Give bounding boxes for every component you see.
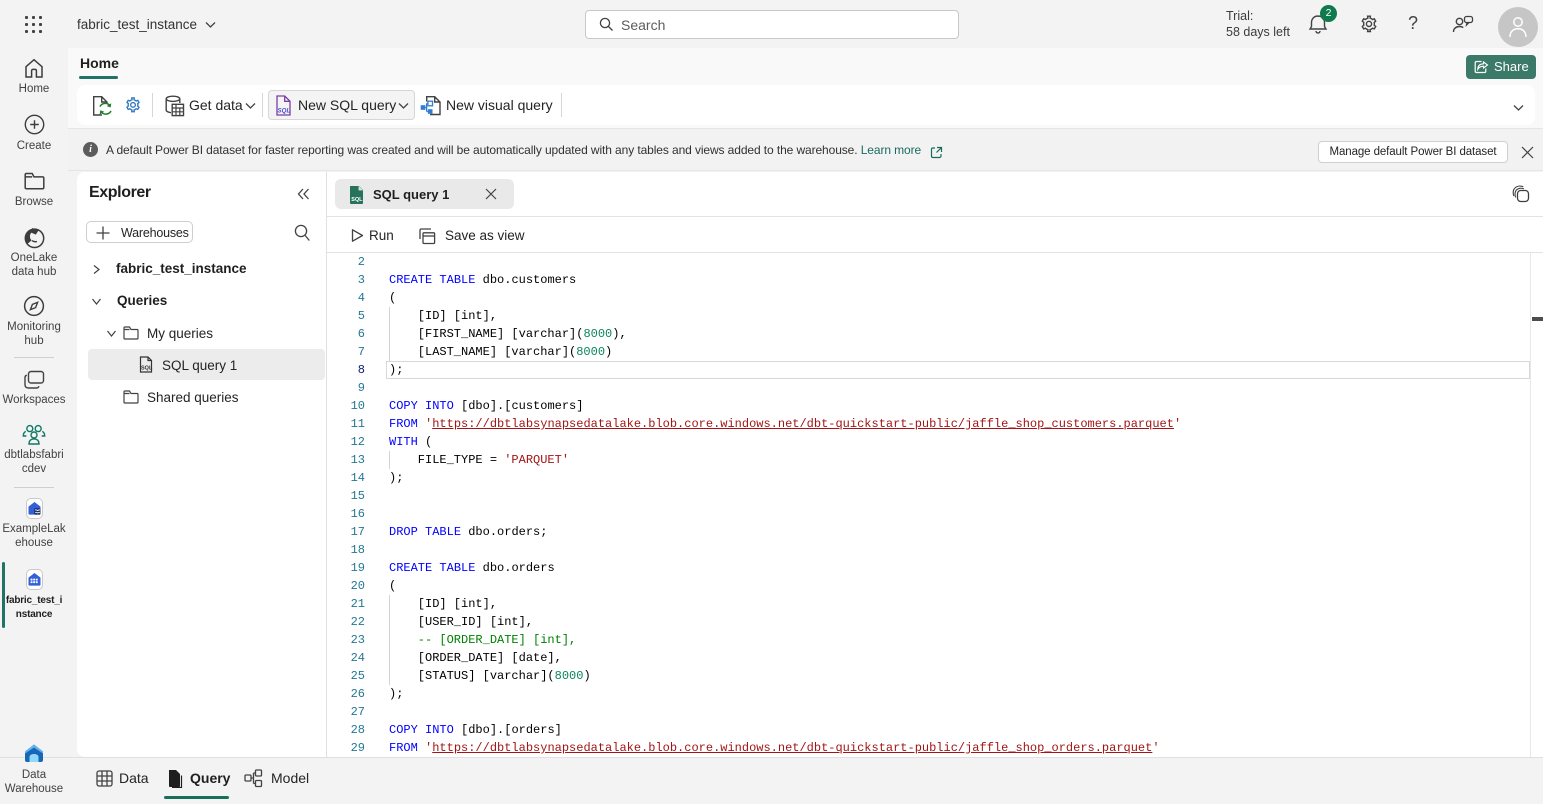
svg-text:SQL: SQL xyxy=(278,108,291,115)
svg-text:SQL: SQL xyxy=(141,366,153,372)
svg-text:SQL: SQL xyxy=(351,197,363,203)
